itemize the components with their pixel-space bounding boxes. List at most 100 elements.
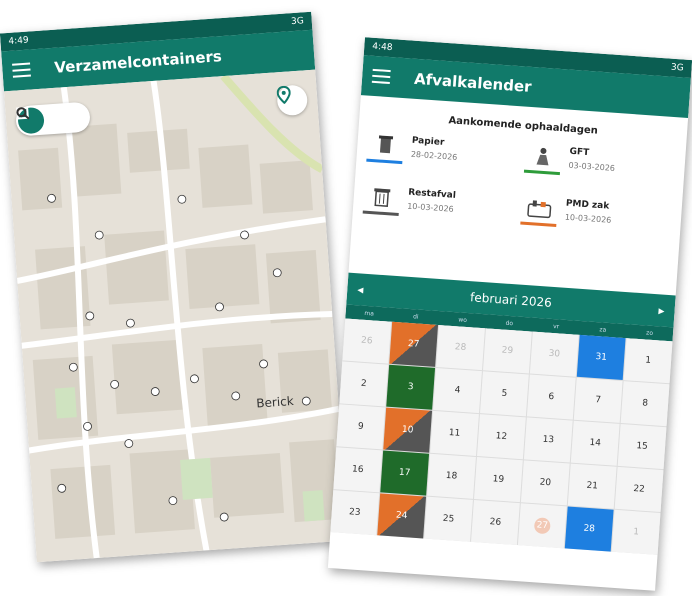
calendar-day[interactable]: 30	[529, 331, 579, 377]
calendar-day[interactable]: 12	[477, 414, 526, 460]
page-title: Verzamelcontainers	[53, 47, 223, 77]
calendar-day[interactable]: 21	[567, 463, 617, 509]
search-icon[interactable]	[16, 104, 81, 132]
pickup-color-bar	[523, 169, 561, 176]
map-place-label: Berick	[255, 393, 295, 411]
paper-bin-icon	[366, 133, 404, 171]
menu-icon[interactable]	[371, 68, 391, 85]
pickup-name: GFT	[569, 146, 590, 159]
weekday: ma	[364, 309, 375, 317]
calendar-day[interactable]: 26	[342, 318, 392, 364]
next-month-icon[interactable]: ▸	[658, 303, 665, 317]
pickup-item-gft: GFT 03-03-2026	[523, 144, 675, 190]
gft-bin-icon	[523, 144, 561, 182]
calendar-day[interactable]: 14	[570, 420, 620, 466]
calendar-day[interactable]: 25	[424, 496, 473, 542]
calendar-day[interactable]: 5	[480, 371, 529, 417]
calendar-day-number: 3	[407, 382, 414, 393]
calendar-day-number: 8	[641, 398, 649, 409]
calendar-day[interactable]: 28	[436, 325, 485, 371]
calendar-day[interactable]: 9	[336, 404, 386, 450]
calendar-day[interactable]: 1	[623, 338, 673, 384]
pickup-name: PMD zak	[565, 198, 610, 212]
map-controls	[15, 101, 91, 137]
status-network: 3G	[670, 62, 684, 74]
calendar-day-number: 28	[583, 523, 596, 535]
calendar-day-number: 6	[548, 391, 555, 403]
map-screen: 4:49 3G Verzamelcontainers Berick	[0, 11, 349, 563]
calendar-day[interactable]: 22	[614, 466, 664, 512]
calendar-day[interactable]: 16	[333, 447, 383, 493]
calendar-day-number: 18	[445, 470, 458, 482]
calendar-day[interactable]: 6	[526, 374, 576, 420]
prev-month-icon[interactable]: ◂	[357, 282, 364, 296]
weekday: zo	[645, 329, 654, 337]
calendar-screen: 4:48 3G Afvalkalender Aankomende ophaald…	[327, 37, 692, 591]
calendar-day-number: 20	[539, 477, 552, 489]
calendar-day-number: 12	[495, 431, 508, 443]
calendar-day[interactable]: 3	[386, 364, 436, 410]
calendar-day[interactable]: 26	[471, 499, 520, 546]
status-time: 4:49	[8, 35, 30, 47]
calendar-day[interactable]: 27	[517, 503, 567, 549]
calendar-day[interactable]: 24	[377, 493, 427, 539]
pickup-color-bar	[362, 210, 399, 216]
restafval-bin-icon	[362, 185, 400, 223]
calendar-day[interactable]: 15	[617, 423, 667, 470]
calendar-day-number: 29	[501, 345, 514, 357]
calendar-day[interactable]: 29	[483, 328, 532, 374]
calendar-day[interactable]: 18	[427, 453, 476, 499]
weekday: do	[505, 319, 514, 327]
pickup-color-bar	[520, 221, 557, 228]
calendar-day-number: 31	[595, 352, 608, 363]
calendar-day[interactable]: 23	[330, 490, 380, 536]
calendar-day-number: 30	[548, 348, 561, 360]
pickup-color-bar	[366, 158, 403, 165]
calendar-day[interactable]: 13	[523, 417, 573, 463]
calendar-day[interactable]: 7	[573, 377, 623, 423]
calendar-day[interactable]: 11	[430, 410, 479, 456]
calendar-day-number: 26	[489, 517, 502, 528]
calendar-day[interactable]: 31	[576, 334, 626, 381]
calendar-day-number: 26	[360, 335, 373, 347]
weekday: di	[412, 312, 419, 321]
pmd-bag-icon	[520, 196, 558, 234]
pickup-name: Papier	[411, 135, 445, 148]
calendar-day-number: 23	[348, 507, 361, 519]
calendar-day[interactable]: 27	[389, 321, 439, 367]
pickup-date: 28-02-2026	[410, 149, 458, 162]
pickup-date: 10-03-2026	[406, 201, 454, 214]
calendar-day[interactable]: 28	[564, 506, 614, 552]
calendar-day-number: 9	[357, 421, 364, 433]
calendar-day-number: 19	[492, 474, 505, 485]
calendar-day-number: 15	[636, 441, 649, 452]
page-title: Afvalkalender	[413, 69, 533, 96]
calendar-day[interactable]: 1	[611, 509, 661, 555]
calendar-day[interactable]: 10	[383, 407, 433, 453]
map-view[interactable]: Berick	[3, 69, 349, 563]
weekday: wo	[458, 315, 468, 324]
status-time: 4:48	[371, 41, 393, 54]
calendar-day[interactable]: 8	[620, 381, 670, 427]
calendar-day[interactable]: 19	[474, 457, 523, 503]
pickup-date: 03-03-2026	[568, 160, 616, 173]
calendar-day-number: 2	[360, 378, 367, 390]
upcoming-section: Aankomende ophaaldagen Papier 28-02-2026	[352, 95, 688, 243]
calendar-day-number: 5	[501, 388, 508, 399]
calendar-day-number: 22	[633, 484, 646, 495]
pickup-item-restafval: Restafval 10-03-2026	[362, 185, 514, 231]
calendar-day-number: 16	[351, 464, 364, 476]
menu-icon[interactable]	[12, 62, 31, 78]
pickup-date: 10-03-2026	[564, 212, 612, 225]
calendar-day[interactable]: 20	[520, 460, 570, 506]
calendar-day-number: 1	[632, 527, 640, 538]
calendar-day-number: 27	[407, 338, 420, 350]
calendar-day[interactable]: 17	[380, 450, 430, 496]
calendar-day-number: 21	[586, 480, 599, 492]
pickup-item-papier: Papier 28-02-2026	[366, 133, 518, 179]
calendar-day-number: 14	[589, 437, 602, 449]
calendar-day[interactable]: 4	[433, 367, 482, 414]
calendar-grid: 26 27 28 29 30 31 1 2 3 4 5 6 7 8 9 10 11 12 13 14 15 16 17 18 1…	[330, 318, 673, 555]
calendar-day[interactable]: 2	[339, 361, 389, 407]
weekday: vr	[552, 322, 560, 330]
